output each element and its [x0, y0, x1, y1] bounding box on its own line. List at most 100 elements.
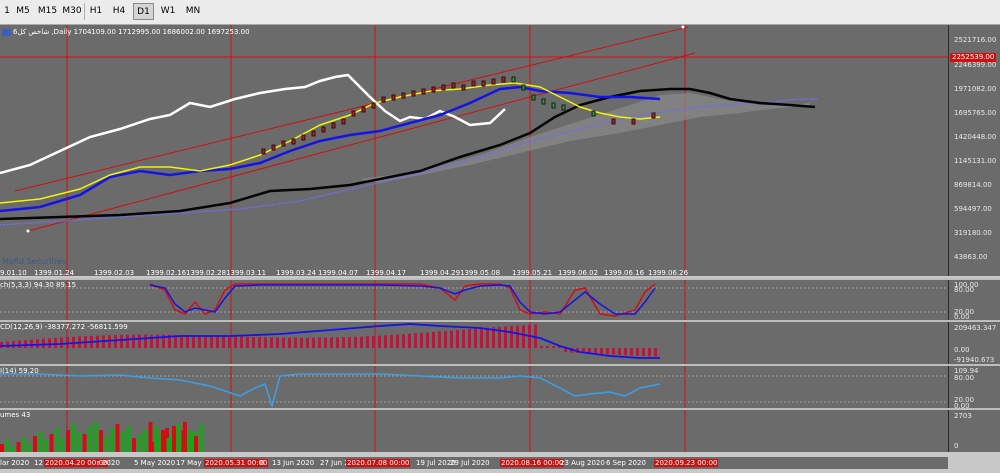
volume-bar: [188, 430, 193, 452]
macd-bar: [222, 336, 225, 348]
volume-bar: [99, 430, 103, 452]
price-axis: 2521716.00 2246399.00 1971082.00 1695765…: [948, 25, 1000, 276]
macd-bar: [636, 348, 639, 356]
stochastic-pane[interactable]: ch(5,3,3) 94.30 89.15: [0, 280, 948, 320]
macd-bar: [144, 334, 147, 348]
tf-button-h1[interactable]: H1: [86, 3, 106, 20]
macd-bar: [312, 337, 315, 348]
tf-button-m5[interactable]: M5: [12, 3, 34, 20]
volume-bar: [5, 440, 10, 452]
volume-bar: [126, 426, 131, 452]
macd-bar: [282, 337, 285, 348]
stochastic-title: ch(5,3,3) 94.30 89.15: [0, 281, 77, 289]
time-label: r 2020: [97, 459, 120, 467]
tf-button-m1[interactable]: 1: [2, 3, 12, 20]
chart-header: 6شاخص کل ,Daily 1704109.00 1712995.00 16…: [2, 28, 250, 36]
macd-bar: [324, 337, 327, 348]
timeframe-toolbar: 1 M5 M15 M30 H1 H4 D1 W1 MN: [0, 0, 1000, 25]
date-label: 1399.02.03: [94, 269, 135, 277]
stochastic-axis: 100.00 80.00 20.00 0.00: [948, 280, 1000, 321]
volume-pane[interactable]: umes 43: [0, 410, 948, 452]
axis-label: 209463.347: [954, 324, 997, 332]
macd-bar: [378, 335, 381, 348]
macd-bar: [354, 336, 357, 348]
macd-bar: [468, 329, 471, 348]
macd-bar: [6, 341, 9, 348]
date-label: 1399.06.16: [604, 269, 645, 277]
tf-button-w1[interactable]: W1: [157, 3, 179, 20]
price-label: 1420448.00: [954, 133, 997, 141]
date-label: 1399.03.11: [226, 269, 267, 277]
axis-label: 80.00: [954, 286, 975, 294]
time-label: 23 Aug 2020: [560, 459, 605, 467]
main-price-pane[interactable]: 6شاخص کل ,Daily 1704109.00 1712995.00 16…: [0, 25, 948, 276]
macd-bar: [366, 336, 369, 348]
chart-window[interactable]: 6شاخص کل ,Daily 1704109.00 1712995.00 16…: [0, 25, 1000, 473]
stochastic-svg: [0, 280, 948, 320]
volume-bar: [172, 426, 176, 452]
volume-bar: [183, 422, 187, 452]
macd-bar: [264, 337, 267, 348]
rsi-pane[interactable]: I(14) 59.20: [0, 366, 948, 408]
volume-bar: [66, 430, 70, 452]
volume-bar: [0, 444, 4, 452]
macd-bar: [30, 339, 33, 348]
macd-bar: [552, 346, 555, 348]
macd-bar: [654, 348, 657, 357]
price-label: 319180.00: [954, 229, 992, 237]
macd-bar: [114, 335, 117, 348]
macd-bar: [360, 336, 363, 348]
date-label: 1399.03.24: [276, 269, 317, 277]
price-label: 2521716.00: [954, 36, 997, 44]
macd-bar: [510, 325, 513, 348]
macd-svg: [0, 322, 686, 364]
macd-bar: [228, 336, 231, 348]
macd-bar: [294, 337, 297, 348]
volume-bar: [194, 436, 198, 452]
tf-button-h4[interactable]: H4: [108, 3, 130, 20]
volume-bar: [110, 428, 114, 452]
price-label: 869814.00: [954, 181, 992, 189]
macd-bar: [126, 334, 129, 348]
volume-bar: [38, 432, 43, 452]
chart-header-text: 6شاخص کل ,Daily 1704109.00 1712995.00 16…: [13, 28, 250, 36]
macd-bar: [456, 329, 459, 348]
macd-pane[interactable]: CD(12,26,9) -38377.272 -56811.599: [0, 322, 948, 364]
tf-button-d1[interactable]: D1: [133, 3, 154, 20]
macd-bar: [60, 337, 63, 348]
volume-bar: [137, 434, 142, 452]
time-label: 0: [260, 459, 265, 467]
volume-bar: [155, 436, 160, 452]
volume-title: umes 43: [0, 411, 31, 419]
time-label-highlight: 2020.08.16 00:00: [500, 459, 565, 467]
macd-bar: [48, 338, 51, 348]
volume-bar: [199, 424, 204, 452]
macd-bar: [186, 335, 189, 348]
macd-bar: [42, 338, 45, 348]
tf-button-mn[interactable]: MN: [182, 3, 204, 20]
axis-label: 80.00: [954, 374, 975, 382]
price-chart-svg: [0, 25, 948, 276]
macd-bar: [384, 335, 387, 348]
macd-bar: [288, 337, 291, 348]
date-label: 1399.01.24: [34, 269, 75, 277]
volume-bar: [132, 438, 136, 452]
macd-bar: [594, 348, 597, 354]
tf-button-m30[interactable]: M30: [60, 3, 84, 20]
macd-bar: [24, 340, 27, 348]
macd-bar: [36, 339, 39, 348]
macd-bar: [606, 348, 609, 355]
macd-bar: [630, 348, 633, 356]
axis-label: 2703: [954, 412, 972, 420]
date-label: 1399.02.16: [146, 269, 187, 277]
macd-bar: [342, 337, 345, 348]
volume-bar: [27, 443, 32, 452]
axis-label: -91940.673: [954, 356, 995, 364]
broker-watermark: Mofid Securities: [2, 257, 66, 266]
volume-bar: [82, 434, 87, 452]
macd-bar: [276, 337, 279, 348]
volume-bar: [143, 430, 147, 452]
macd-bar: [516, 325, 519, 348]
tf-button-m15[interactable]: M15: [35, 3, 60, 20]
macd-bar: [612, 348, 615, 355]
